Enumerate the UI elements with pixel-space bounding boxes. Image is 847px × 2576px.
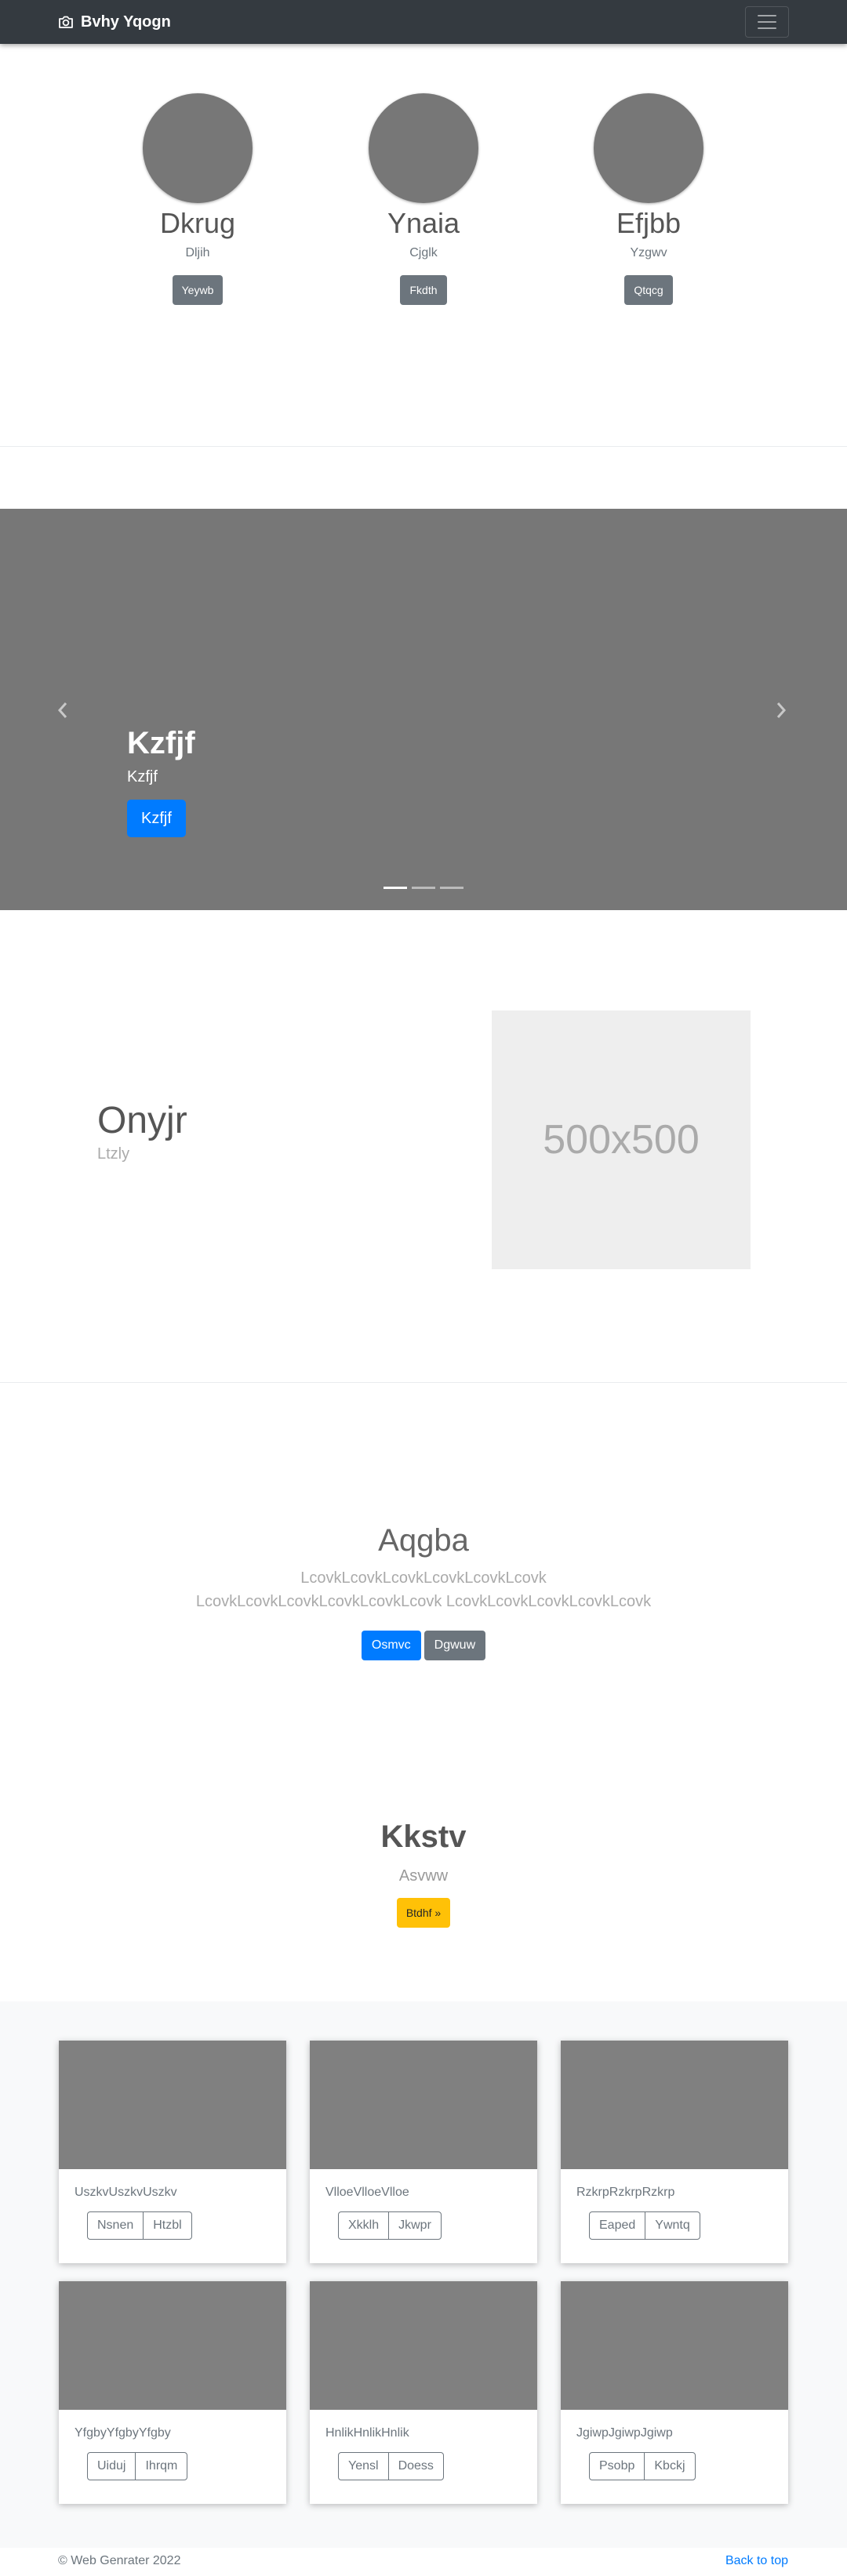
card-image (561, 2281, 788, 2410)
carousel-title: Kzfjf (127, 726, 195, 760)
card-text: UszkvUszkvUszkv (75, 2186, 177, 2199)
cta-button[interactable]: Btdhf » (396, 1898, 451, 1928)
back-to-top-link[interactable]: Back to top (725, 2554, 788, 2568)
divider (0, 446, 847, 447)
cta-text: Asvww (398, 1867, 449, 1885)
card-button-group: Uiduj Ihrqm (87, 2452, 188, 2480)
album-card: RzkrpRzkrpRzkrp Eaped Ywntq (561, 2041, 788, 2263)
profile-card: Efjbb Yzgwv Qtqcg (554, 93, 743, 305)
card-button[interactable]: Htzbl (143, 2211, 192, 2240)
card-image (59, 2281, 286, 2410)
card-button[interactable]: Ywntq (645, 2211, 700, 2240)
carousel-button[interactable]: Kzfjf (127, 800, 186, 837)
feature-text: Onyjr Ltzly (97, 1098, 187, 1163)
carousel: Kzfjf Kzfjf Kzfjf (0, 509, 847, 910)
card-button[interactable]: Ihrqm (135, 2452, 188, 2480)
divider (0, 1382, 847, 1383)
brand-link[interactable]: Bvhy Yqogn (58, 13, 171, 31)
feature-image-placeholder: 500x500 (492, 1010, 751, 1269)
album-card: VlloeVlloeVlloe Xkklh Jkwpr (310, 2041, 537, 2263)
card-button[interactable]: Xkklh (338, 2211, 390, 2240)
card-button[interactable]: Eaped (589, 2211, 646, 2240)
hero-buttons: Osmvc Dgwuw (0, 1631, 847, 1660)
hamburger-icon (758, 15, 776, 16)
card-text: JgiwpJgiwpJgiwp (576, 2426, 673, 2440)
avatar (594, 93, 703, 203)
card-button-group: Eaped Ywntq (589, 2211, 700, 2240)
card-image (310, 2041, 537, 2169)
carousel-indicator[interactable] (440, 887, 463, 889)
profile-name: Dkrug (159, 207, 236, 239)
album-card: JgiwpJgiwpJgiwp Psobp Kbckj (561, 2281, 788, 2504)
card-button[interactable]: Nsnen (87, 2211, 144, 2240)
chevron-right-icon[interactable] (775, 697, 787, 726)
card-image (59, 2041, 286, 2169)
profile-card: Ynaia Cjglk Fkdth (329, 93, 518, 305)
profiles-section: Dkrug Dljih Yeywb Ynaia Cjglk Fkdth Efjb… (0, 44, 847, 447)
card-button-group: Yensl Doess (338, 2452, 444, 2480)
profile-subtitle: Cjglk (409, 246, 438, 259)
navbar: Bvhy Yqogn (0, 0, 847, 44)
card-button[interactable]: Psobp (589, 2452, 645, 2480)
hero-heading: Aqgba (378, 1523, 469, 1558)
album-section: UszkvUszkvUszkv Nsnen Htzbl VlloeVlloeVl… (0, 2001, 847, 2548)
card-button[interactable]: Jkwpr (388, 2211, 442, 2240)
card-text: HnlikHnlikHnlik (325, 2426, 409, 2440)
hero-section: Aqgba LcovkLcovkLcovkLcovkLcovkLcovk Lco… (0, 1521, 847, 1660)
album-card: HnlikHnlikHnlik Yensl Doess (310, 2281, 537, 2504)
card-button[interactable]: Yensl (338, 2452, 389, 2480)
camera-icon (59, 16, 73, 28)
album-card: YfgbyYfgbyYfgby Uiduj Ihrqm (59, 2281, 286, 2504)
cta-section: Kkstv Asvww Btdhf » (0, 1817, 847, 1928)
feature-section: Onyjr Ltzly 500x500 (0, 910, 847, 1383)
hero-secondary-button[interactable]: Dgwuw (424, 1631, 486, 1660)
hero-primary-button[interactable]: Osmvc (361, 1631, 421, 1660)
feature-subheading: Ltzly (97, 1145, 130, 1163)
cta-heading: Kkstv (380, 1820, 467, 1854)
profile-button[interactable]: Qtqcg (624, 275, 673, 305)
profile-subtitle: Dljih (185, 246, 210, 259)
profile-button[interactable]: Fkdth (400, 275, 447, 305)
chevron-left-icon[interactable] (56, 697, 69, 726)
avatar (143, 93, 253, 203)
profile-button[interactable]: Yeywb (172, 275, 224, 305)
navbar-toggler-button[interactable] (745, 6, 789, 38)
footer: © Web Genrater 2022 Back to top (0, 2548, 847, 2576)
carousel-indicators (384, 887, 463, 889)
card-button[interactable]: Uiduj (87, 2452, 136, 2480)
carousel-caption: Kzfjf Kzfjf Kzfjf (127, 724, 195, 837)
carousel-indicator[interactable] (384, 887, 407, 889)
profile-name: Ynaia (387, 207, 460, 239)
card-button[interactable]: Doess (387, 2452, 444, 2480)
profile-card: Dkrug Dljih Yeywb (104, 93, 292, 305)
profile-name: Efjbb (616, 207, 682, 239)
profile-subtitle: Yzgwv (630, 246, 667, 259)
album-card: UszkvUszkvUszkv Nsnen Htzbl (59, 2041, 286, 2263)
carousel-indicator[interactable] (412, 887, 435, 889)
card-text: YfgbyYfgbyYfgby (75, 2426, 171, 2440)
card-button-group: Nsnen Htzbl (87, 2211, 192, 2240)
hero-lead: LcovkLcovkLcovkLcovkLcovkLcovk LcovkLcov… (195, 1569, 652, 1610)
feature-heading: Onyjr (97, 1100, 187, 1141)
avatar (369, 93, 478, 203)
copyright-text: © Web Genrater 2022 (58, 2554, 181, 2567)
card-image (561, 2041, 788, 2169)
brand-name: Bvhy Yqogn (81, 13, 171, 31)
card-text: VlloeVlloeVlloe (325, 2186, 409, 2199)
card-button-group: Xkklh Jkwpr (338, 2211, 442, 2240)
card-image (310, 2281, 537, 2410)
card-button-group: Psobp Kbckj (589, 2452, 696, 2480)
card-button[interactable]: Kbckj (644, 2452, 696, 2480)
carousel-text: Kzfjf (127, 768, 158, 785)
card-text: RzkrpRzkrpRzkrp (576, 2186, 675, 2199)
